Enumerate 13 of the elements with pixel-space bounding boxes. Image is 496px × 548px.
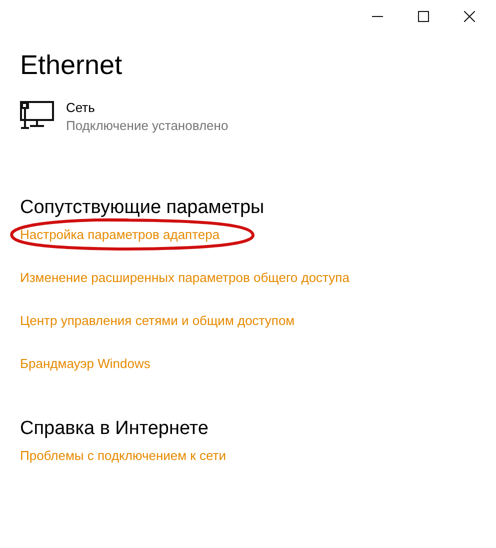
settings-link[interactable]: Брандмауэр Windows — [20, 356, 150, 371]
network-name: Сеть — [66, 99, 96, 117]
maximize-icon — [418, 10, 428, 22]
settings-link[interactable]: Проблемы с подключением к сети — [20, 448, 226, 463]
settings-link[interactable]: Центр управления сетями и общим доступом — [20, 313, 295, 328]
window-title: Ethernet — [20, 49, 122, 82]
settings-link[interactable]: Изменение расширенных параметров общего доступа — [20, 270, 350, 285]
monitor-icon — [20, 101, 54, 131]
section-heading: Справка в Интернете — [20, 417, 208, 441]
settings-link[interactable]: Настройка параметров адаптера — [20, 227, 220, 242]
connection-status: Подключение установлено — [66, 117, 228, 135]
close-icon — [464, 10, 474, 22]
section-heading: Сопутствующие параметры — [20, 196, 264, 220]
